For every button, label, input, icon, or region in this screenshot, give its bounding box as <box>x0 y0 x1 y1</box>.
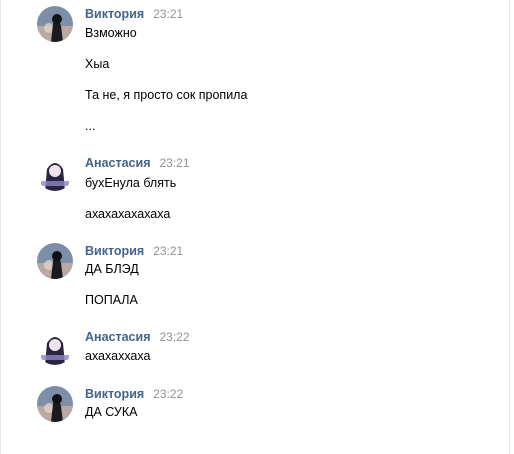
author-name[interactable]: Анастасия <box>85 330 151 344</box>
message-time[interactable]: 23:22 <box>160 330 190 344</box>
message-time[interactable]: 23:21 <box>153 244 183 258</box>
message-text: ДА СУКА <box>85 405 138 419</box>
message-text: ... <box>85 119 96 133</box>
author-name[interactable]: Виктория <box>85 387 144 401</box>
message-text: ахахахахахаха <box>85 207 171 221</box>
victoria-avatar-icon[interactable] <box>37 386 73 422</box>
victoria-avatar-icon[interactable] <box>37 6 73 42</box>
author-name[interactable]: Виктория <box>85 244 144 258</box>
author-name[interactable]: Анастасия <box>85 156 151 170</box>
message-text: Взможно <box>85 26 137 40</box>
message-text: Та не, я просто сок пропила <box>85 88 248 102</box>
message-time[interactable]: 23:21 <box>160 156 190 170</box>
message-time[interactable]: 23:22 <box>153 387 183 401</box>
message-text: ахахаххаха <box>85 349 151 363</box>
message-time[interactable]: 23:21 <box>153 7 183 21</box>
anastasia-avatar-icon[interactable] <box>37 155 73 191</box>
message-text: ДА БЛЭД <box>85 262 139 276</box>
victoria-avatar-icon[interactable] <box>37 243 73 279</box>
message-text: Хыа <box>85 57 110 71</box>
message-text: ПОПАЛА <box>85 293 138 307</box>
chat-history: Виктория 23:21 Взможно Хыа Та не, я прост… <box>0 0 510 454</box>
author-name[interactable]: Виктория <box>85 7 144 21</box>
message-text: бухЕнула блять <box>85 176 177 190</box>
anastasia-avatar-icon[interactable] <box>37 329 73 365</box>
